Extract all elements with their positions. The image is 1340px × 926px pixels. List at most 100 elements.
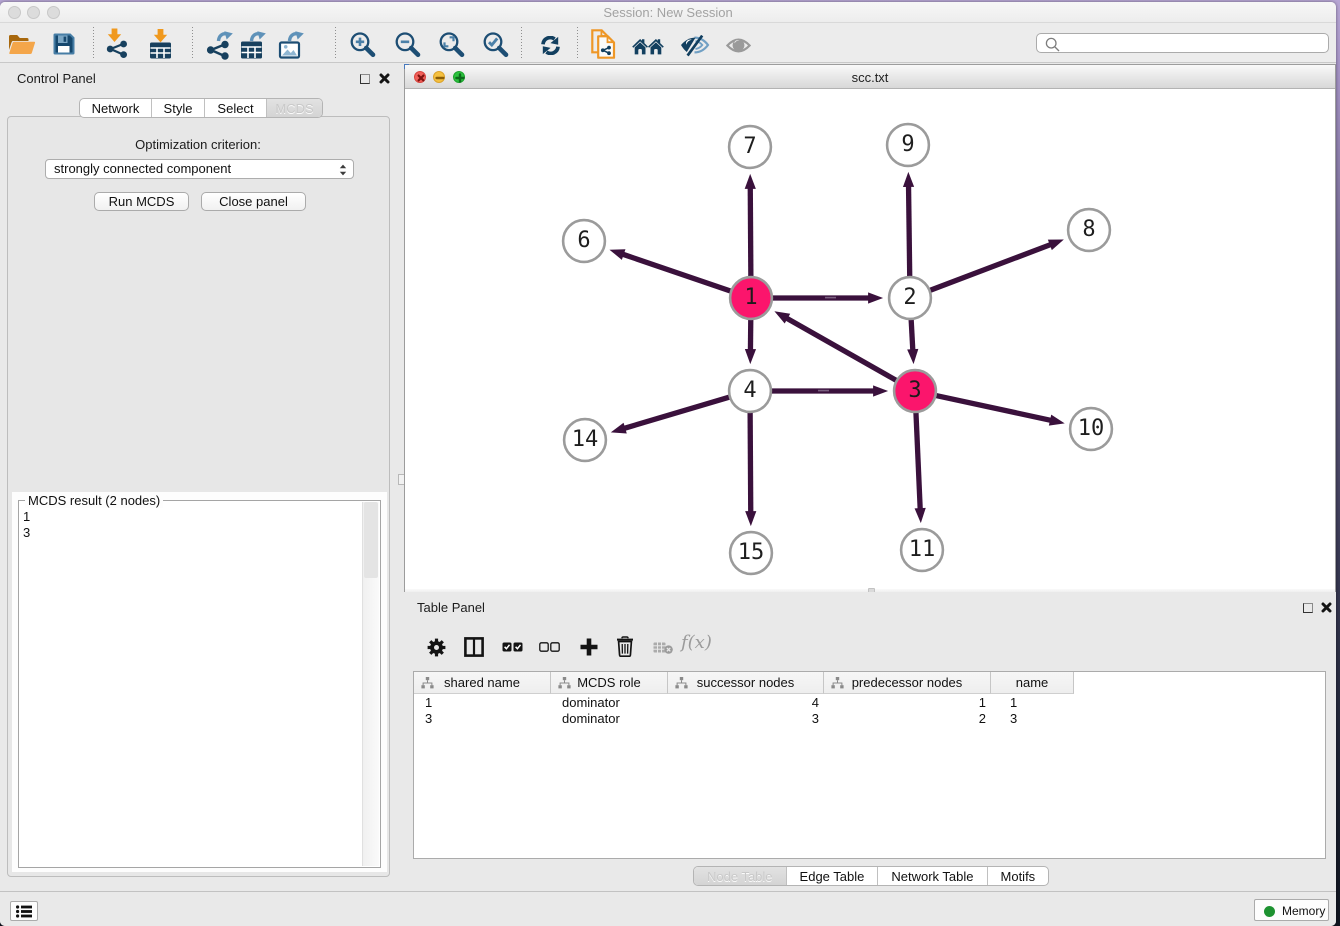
table-settings-icon[interactable] — [427, 638, 446, 657]
tab-network-table[interactable]: Network Table — [878, 867, 987, 885]
search-icon — [1045, 37, 1061, 53]
toolbar-separator — [192, 27, 193, 60]
tab-mcds[interactable]: MCDS — [267, 99, 322, 117]
table-cell: 3 — [991, 711, 1074, 727]
status-bar: Memory — [0, 891, 1336, 926]
close-panel-icon[interactable] — [379, 73, 390, 84]
import-table-icon[interactable] — [146, 29, 176, 59]
task-history-button[interactable] — [10, 901, 38, 921]
hide-graphics-details-icon[interactable] — [680, 35, 711, 57]
table-cell: 1 — [824, 695, 991, 711]
combo-value: strongly connected component — [54, 161, 231, 176]
column-header-name[interactable]: name — [991, 672, 1074, 694]
edge-label-smudge — [818, 390, 829, 392]
column-header-successor-nodes[interactable]: successor nodes — [668, 672, 824, 694]
toolbar-separator — [577, 27, 578, 60]
zoom-in-icon[interactable] — [350, 32, 376, 58]
function-builder-icon[interactable]: f(x) — [681, 632, 712, 653]
export-table-icon[interactable] — [239, 29, 275, 60]
result-scrollbar[interactable] — [362, 502, 379, 866]
network-canvas[interactable]: 7968124314101511 — [405, 89, 1335, 589]
network-graph[interactable] — [405, 89, 1335, 589]
float-panel-icon[interactable] — [360, 74, 370, 84]
node-label-4: 4 — [720, 380, 780, 402]
delete-column-icon[interactable] — [616, 636, 634, 657]
node-label-2: 2 — [880, 287, 940, 309]
table-cell: 4 — [668, 695, 824, 711]
close-panel-button[interactable]: Close panel — [201, 192, 306, 211]
table-tabs: Node TableEdge TableNetwork TableMotifs — [693, 866, 1049, 886]
node-label-1: 1 — [721, 287, 781, 309]
network-frame-titlebar[interactable]: scc.txt — [405, 65, 1335, 89]
node-label-7: 7 — [720, 136, 780, 158]
network-frame: scc.txt 7968124314101511 — [404, 64, 1336, 593]
column-header-MCDS-role[interactable]: MCDS role — [551, 672, 668, 694]
optimization-criterion-select[interactable]: strongly connected component — [45, 159, 354, 179]
search-input[interactable] — [1036, 33, 1329, 53]
control-panel-tabs: NetworkStyleSelectMCDS — [79, 98, 323, 118]
table-cell: dominator — [551, 695, 668, 711]
toggle-column-view-icon[interactable] — [464, 637, 484, 657]
node-table: shared nameMCDS rolesuccessor nodesprede… — [413, 671, 1326, 859]
edge-label-smudge — [825, 297, 836, 299]
column-header-shared-name[interactable]: shared name — [414, 672, 551, 694]
window-title: Session: New Session — [0, 5, 1336, 20]
edge-arrowhead — [915, 508, 926, 523]
node-label-11: 11 — [892, 539, 952, 561]
toolbar-separator — [335, 27, 336, 60]
zoom-fit-icon[interactable] — [439, 32, 465, 58]
edge-arrowhead — [745, 511, 756, 526]
float-table-panel-icon[interactable] — [1303, 603, 1313, 613]
create-column-icon[interactable] — [579, 637, 599, 657]
table-cell: 3 — [414, 711, 551, 727]
import-network-icon[interactable] — [102, 28, 132, 59]
tab-node-table[interactable]: Node Table — [694, 867, 787, 885]
deselect-all-rows-icon[interactable] — [539, 642, 560, 652]
select-all-rows-icon[interactable] — [502, 642, 523, 652]
task-list-icon — [16, 905, 32, 918]
home-icon[interactable] — [632, 38, 664, 55]
result-scrollbar-thumb[interactable] — [364, 502, 378, 578]
table-header: shared nameMCDS rolesuccessor nodesprede… — [414, 672, 1074, 694]
tab-motifs[interactable]: Motifs — [988, 867, 1049, 885]
toolbar-separator — [93, 27, 94, 60]
column-header-predecessor-nodes[interactable]: predecessor nodes — [824, 672, 991, 694]
zoom-out-icon[interactable] — [395, 32, 421, 58]
edge-arrowhead — [1048, 240, 1064, 251]
table-row[interactable]: 3dominator323 — [414, 711, 1325, 727]
table-cell: 1 — [991, 695, 1074, 711]
clone-network-icon[interactable] — [591, 29, 618, 59]
main-toolbar — [0, 23, 1336, 63]
mcds-result-text[interactable]: 1 3 — [19, 503, 361, 866]
tab-style[interactable]: Style — [152, 99, 205, 117]
close-table-panel-icon[interactable] — [1321, 602, 1332, 613]
export-image-icon[interactable] — [277, 29, 313, 60]
run-mcds-button[interactable]: Run MCDS — [94, 192, 189, 211]
network-frame-title: scc.txt — [405, 70, 1335, 85]
refresh-icon[interactable] — [541, 36, 560, 55]
export-network-icon[interactable] — [203, 30, 237, 60]
table-row[interactable]: 1dominator411 — [414, 695, 1325, 711]
table-panel-title: Table Panel — [417, 600, 485, 615]
tab-edge-table[interactable]: Edge Table — [787, 867, 879, 885]
tab-select[interactable]: Select — [205, 99, 267, 117]
save-session-icon[interactable] — [52, 32, 76, 56]
memory-status-icon — [1264, 906, 1275, 917]
table-cell: dominator — [551, 711, 668, 727]
memory-button[interactable]: Memory — [1254, 899, 1329, 921]
node-label-10: 10 — [1061, 418, 1121, 440]
edge-arrowhead — [907, 349, 918, 364]
edge-arrowhead — [745, 349, 756, 364]
table-cell: 1 — [414, 695, 551, 711]
node-label-9: 9 — [878, 134, 938, 156]
node-label-14: 14 — [555, 429, 615, 451]
tab-network[interactable]: Network — [80, 99, 152, 117]
node-label-8: 8 — [1059, 219, 1119, 241]
control-panel-header: Control Panel — [0, 63, 396, 93]
edge-arrowhead — [903, 172, 914, 187]
open-session-icon[interactable] — [8, 33, 36, 55]
delete-table-icon[interactable] — [653, 641, 673, 654]
show-graphics-details-icon[interactable] — [726, 37, 751, 54]
zoom-selected-icon[interactable] — [483, 32, 509, 58]
column-label: name — [991, 675, 1073, 690]
